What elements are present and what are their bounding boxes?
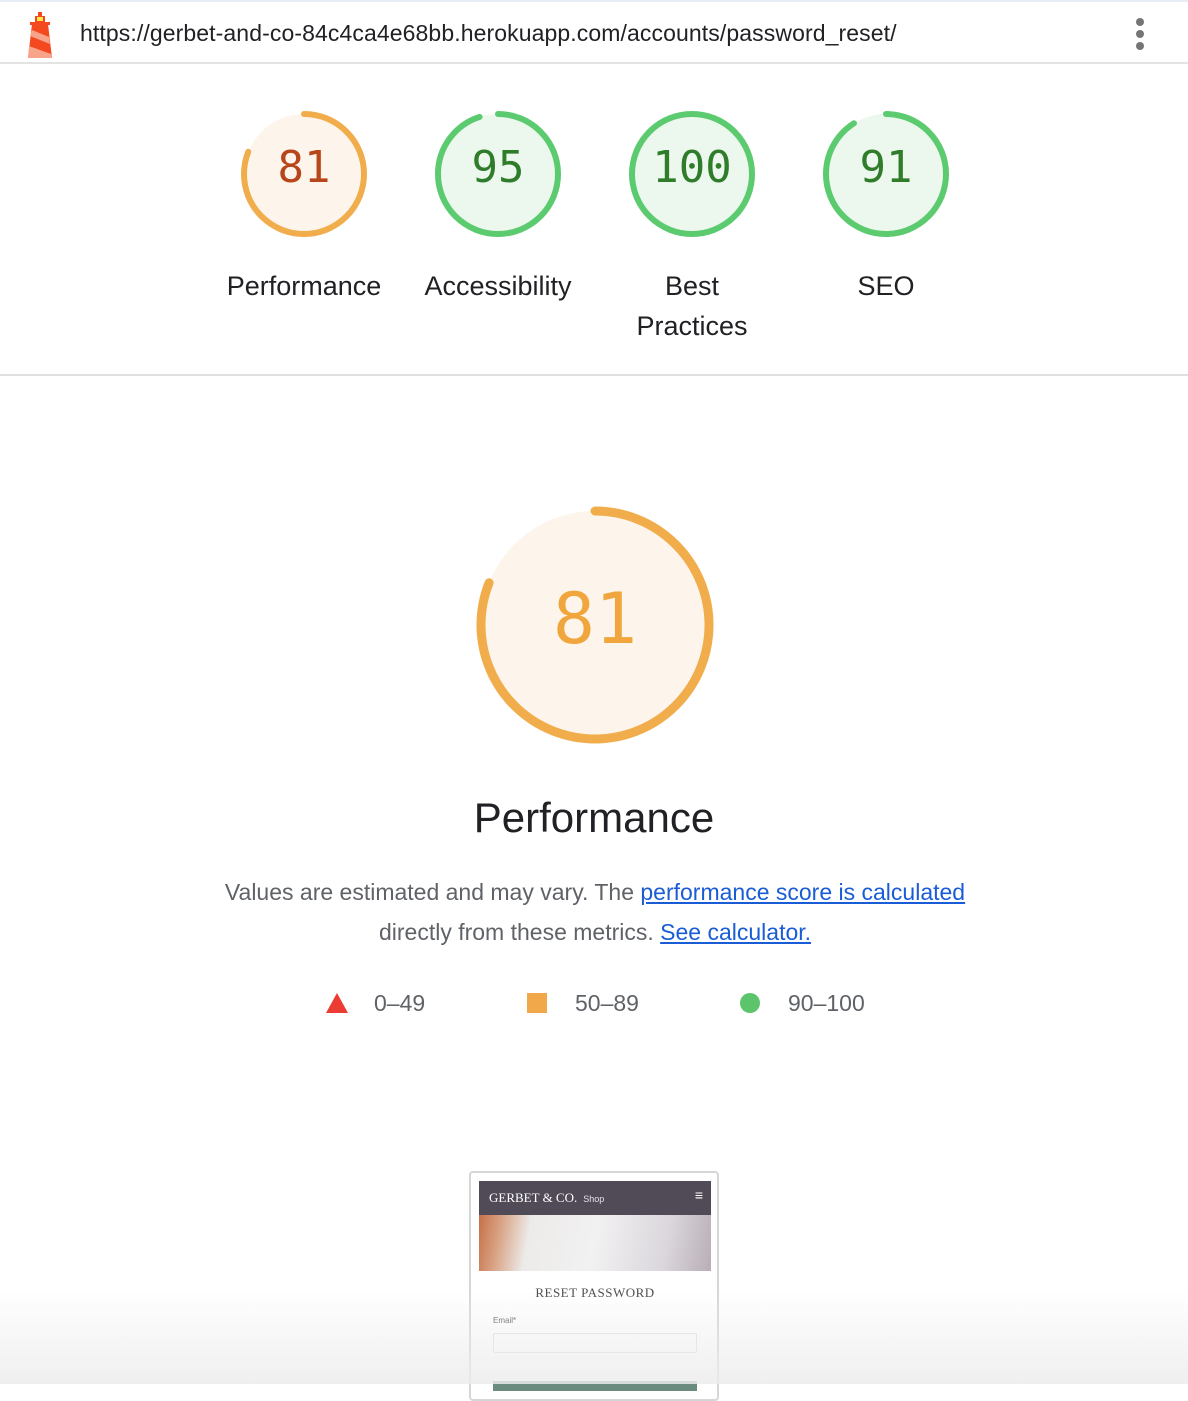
thumb-email-label: Email* <box>493 1316 517 1325</box>
thumb-shop-link: Shop <box>583 1194 605 1204</box>
gauge-label: Performance <box>226 271 382 301</box>
gauge-accessibility[interactable]: 95 Accessibility <box>408 104 588 306</box>
url-text[interactable]: https://gerbet-and-co-84c4ca4e68bb.herok… <box>80 20 897 47</box>
thumb-heading: RESET PASSWORD <box>535 1285 655 1300</box>
performance-title: Performance <box>473 794 715 841</box>
gauge-label: Best Practices <box>636 271 748 341</box>
gauge-score: 95 <box>471 142 525 193</box>
legend-pass: 90–100 <box>740 988 865 1018</box>
gauge-performance[interactable]: 81 Performance <box>214 104 394 306</box>
red-triangle-icon <box>326 993 348 1013</box>
see-calculator-link[interactable]: See calculator. <box>660 919 811 945</box>
desc-prefix: Values are estimated and may vary. The <box>224 879 641 905</box>
section-divider <box>0 374 1188 376</box>
orange-square-icon <box>527 993 547 1013</box>
desc-middle: directly from these metrics. <box>378 919 661 945</box>
thumb-navbar: GERBET & CO. Shop ≡ <box>479 1181 711 1215</box>
legend-fail: 0–49 <box>326 988 425 1018</box>
legend-range: 90–100 <box>788 989 865 1016</box>
performance-score: 81 <box>552 578 638 660</box>
kebab-menu-icon[interactable] <box>1128 18 1152 52</box>
gauge-score: 100 <box>652 142 732 193</box>
final-screenshot-thumbnail[interactable]: GERBET & CO. Shop ≡ RESET PASSWORD Email* <box>469 1171 719 1401</box>
score-calculated-link[interactable]: performance score is calculated <box>640 879 965 905</box>
thumb-submit-button <box>493 1381 697 1391</box>
gauge-label: SEO <box>857 271 915 301</box>
gauge-seo[interactable]: 91 SEO <box>796 104 976 306</box>
legend-range: 50–89 <box>575 989 639 1016</box>
gauge-best-practices[interactable]: 100 Best Practices <box>602 104 782 346</box>
legend-average: 50–89 <box>527 988 639 1018</box>
thumb-hero-image <box>479 1215 711 1271</box>
gauge-label: Accessibility <box>424 271 572 301</box>
thumb-email-input <box>493 1333 697 1353</box>
hamburger-icon: ≡ <box>694 1187 703 1203</box>
performance-description: Values are estimated and may vary. The p… <box>180 872 1010 952</box>
lighthouse-icon <box>28 12 52 58</box>
thumb-brand: GERBET & CO. Shop <box>489 1190 604 1206</box>
legend-range: 0–49 <box>374 989 426 1016</box>
thumb-brand-name: GERBET & CO. <box>489 1190 578 1205</box>
green-circle-icon <box>740 993 760 1013</box>
url-bar: https://gerbet-and-co-84c4ca4e68bb.herok… <box>0 0 1188 64</box>
gauge-score: 91 <box>859 142 913 193</box>
gauge-score: 81 <box>277 142 331 193</box>
